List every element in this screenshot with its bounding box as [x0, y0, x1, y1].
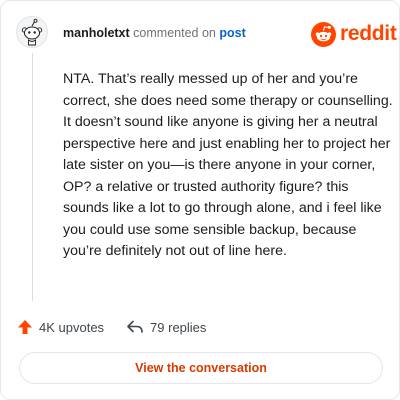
comment-header: manholetxt commented on post: [63, 26, 246, 40]
username-link[interactable]: manholetxt: [63, 26, 130, 40]
reddit-logo[interactable]: reddit: [311, 21, 397, 47]
post-link[interactable]: post: [219, 26, 245, 40]
reddit-snoo-icon: [311, 21, 336, 47]
snoo-avatar-icon: [16, 16, 48, 48]
comment-actions: 4K upvotes 79 replies: [17, 317, 206, 337]
reddit-wordmark: reddit: [340, 22, 397, 45]
upvote-arrow-icon: [18, 320, 32, 334]
action-text: commented on: [133, 26, 216, 40]
reply-arrow-icon: [127, 320, 143, 333]
upvote-button[interactable]: 4K upvotes: [17, 319, 104, 335]
comment-body: NTA. That’s really messed up of her and …: [63, 71, 393, 259]
thread-line: [32, 53, 33, 301]
view-conversation-button[interactable]: View the conversation: [19, 352, 383, 384]
replies-button[interactable]: 79 replies: [126, 319, 206, 335]
reply-count: 79 replies: [150, 319, 207, 335]
upvote-count: 4K upvotes: [39, 319, 105, 335]
comment-card: manholetxt commented on post reddit NTA.…: [0, 0, 400, 400]
